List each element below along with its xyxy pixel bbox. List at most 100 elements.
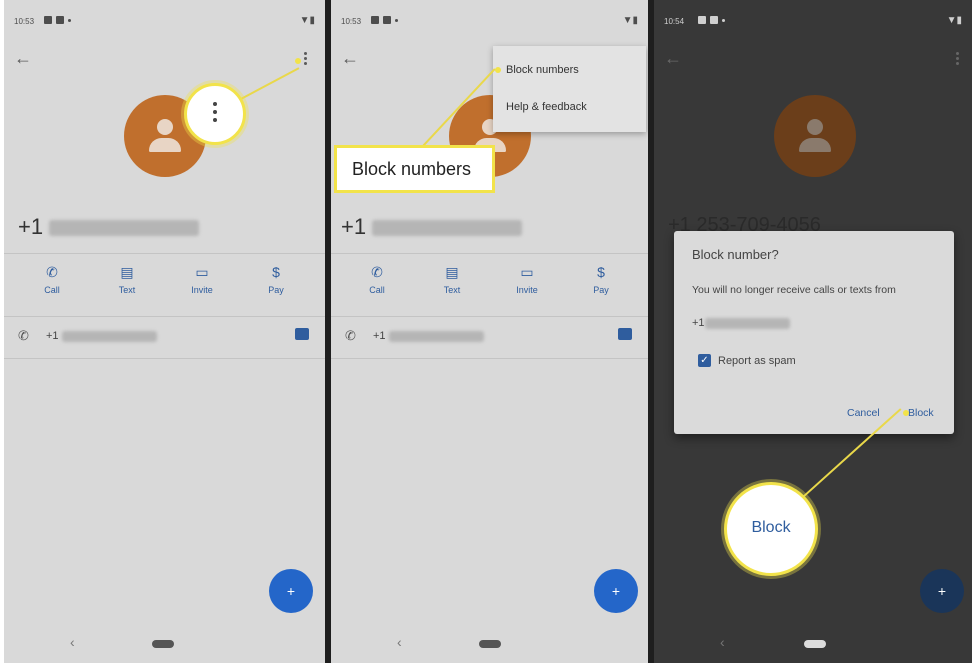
history-prefix: +1 [373, 330, 386, 342]
block-callout: Block [724, 482, 818, 576]
cancel-button[interactable]: Cancel [847, 407, 880, 419]
menu-item-help-feedback[interactable]: Help & feedback [506, 101, 587, 113]
status-bar: 10:53 ▼▮ [4, 0, 325, 40]
message-icon: ▤ [445, 264, 459, 280]
pay-label: Pay [268, 285, 284, 295]
panel-overflow-menu: 10:53 ▼▮ ← +1 ✆ Call ▤ Text ▭ Invite $ P… [331, 0, 648, 663]
callout-line [236, 67, 300, 102]
dialog-title: Block number? [692, 247, 779, 262]
system-nav-bar: ‹ [331, 630, 648, 663]
pay-button[interactable]: $ Pay [571, 262, 631, 295]
phone-redacted [49, 220, 200, 237]
text-button[interactable]: ▤ Text [97, 262, 157, 295]
history-number: +1 [373, 330, 484, 342]
panel-block-dialog: 10:54 ▼▮ ← +1 253-709-4056 Block number?… [654, 0, 972, 663]
status-bar: 10:54 ▼▮ [654, 0, 972, 40]
status-time: 10:54 [664, 17, 685, 26]
call-history-row[interactable]: ✆ +1 [331, 326, 648, 348]
action-bar: ✆ Call ▤ Text ▭ Invite $ Pay [4, 262, 325, 312]
block-numbers-callout: Block numbers [334, 145, 495, 193]
contact-phone-number: +1 [341, 214, 523, 240]
divider [331, 358, 648, 359]
dot-icon [395, 19, 398, 22]
status-bar: 10:53 ▼▮ [331, 0, 648, 40]
add-contact-button[interactable]: + [269, 569, 313, 613]
more-options-icon[interactable] [304, 52, 308, 67]
panel-contact-details: 10:53 ▼▮ ← +1 ✆ Call ▤ Text ▭ Invite $ P… [4, 0, 325, 663]
menu-item-block-numbers[interactable]: Block numbers [506, 64, 579, 76]
wifi-battery-icon: ▼▮ [622, 15, 638, 26]
block-button[interactable]: Block [908, 407, 934, 419]
dialog-number: +1 [692, 317, 790, 329]
history-prefix: +1 [46, 330, 59, 342]
phone-prefix: +1 [341, 214, 367, 239]
divider [4, 358, 325, 359]
back-arrow-icon[interactable]: ← [664, 48, 682, 69]
contact-avatar [774, 95, 856, 177]
add-person-icon: + [611, 583, 621, 599]
dialog-number-prefix: +1 [692, 317, 705, 329]
nav-home-pill[interactable] [479, 640, 501, 648]
message-icon[interactable] [295, 328, 309, 340]
callout-dot [295, 58, 301, 64]
status-time: 10:53 [341, 17, 362, 26]
facebook-icon [383, 16, 391, 24]
more-options-callout [184, 83, 246, 145]
report-spam-checkbox[interactable]: ✓ [698, 354, 711, 367]
pay-button[interactable]: $ Pay [246, 262, 306, 295]
dollar-icon: $ [272, 264, 280, 280]
invite-button[interactable]: ▭ Invite [172, 262, 232, 295]
block-number-dialog: Block number? You will no longer receive… [674, 231, 954, 434]
facebook-icon [56, 16, 64, 24]
nav-back-icon[interactable]: ‹ [720, 634, 725, 650]
text-label: Text [443, 285, 461, 295]
more-options-icon[interactable] [956, 52, 960, 67]
back-arrow-icon[interactable]: ← [341, 48, 359, 69]
call-button[interactable]: ✆ Call [22, 262, 82, 295]
call-history-row[interactable]: ✆ +1 [4, 326, 325, 348]
dollar-icon: $ [597, 264, 605, 280]
text-label: Text [118, 285, 136, 295]
wifi-battery-icon: ▼▮ [299, 15, 315, 26]
add-contact-button[interactable]: + [594, 569, 638, 613]
phone-prefix: +1 [18, 214, 44, 239]
call-label: Call [369, 285, 385, 295]
add-person-icon: + [286, 583, 296, 599]
invite-label: Invite [191, 285, 213, 295]
message-icon: ▤ [120, 264, 134, 280]
message-icon[interactable] [618, 328, 632, 340]
back-arrow-icon[interactable]: ← [14, 48, 32, 69]
more-options-icon-enlarged [213, 102, 217, 122]
text-button[interactable]: ▤ Text [422, 262, 482, 295]
dialog-body: You will no longer receive calls or text… [692, 284, 896, 296]
divider [4, 253, 325, 254]
add-person-icon: + [937, 583, 947, 599]
history-redacted [388, 330, 484, 342]
facebook-icon [710, 16, 718, 24]
divider [331, 316, 648, 317]
nav-home-pill[interactable] [152, 640, 174, 648]
callout-dot [495, 67, 501, 73]
phone-redacted [372, 220, 523, 237]
call-button[interactable]: ✆ Call [347, 262, 407, 295]
divider [4, 316, 325, 317]
invite-button[interactable]: ▭ Invite [497, 262, 557, 295]
callout-dot [903, 410, 909, 416]
divider [331, 253, 648, 254]
nav-home-pill[interactable] [804, 640, 826, 648]
call-label: Call [44, 285, 60, 295]
video-icon: ▭ [195, 264, 209, 280]
status-time: 10:53 [14, 17, 35, 26]
phone-icon: ✆ [46, 264, 58, 280]
history-redacted [61, 330, 157, 342]
wifi-battery-icon: ▼▮ [946, 15, 962, 26]
nav-back-icon[interactable]: ‹ [397, 634, 402, 650]
add-contact-button[interactable]: + [920, 569, 964, 613]
nav-back-icon[interactable]: ‹ [70, 634, 75, 650]
system-nav-bar: ‹ [4, 630, 325, 663]
phone-icon: ✆ [18, 328, 29, 343]
notification-icon [698, 16, 706, 24]
history-number: +1 [46, 330, 157, 342]
phone-icon: ✆ [371, 264, 383, 280]
dot-icon [722, 19, 725, 22]
